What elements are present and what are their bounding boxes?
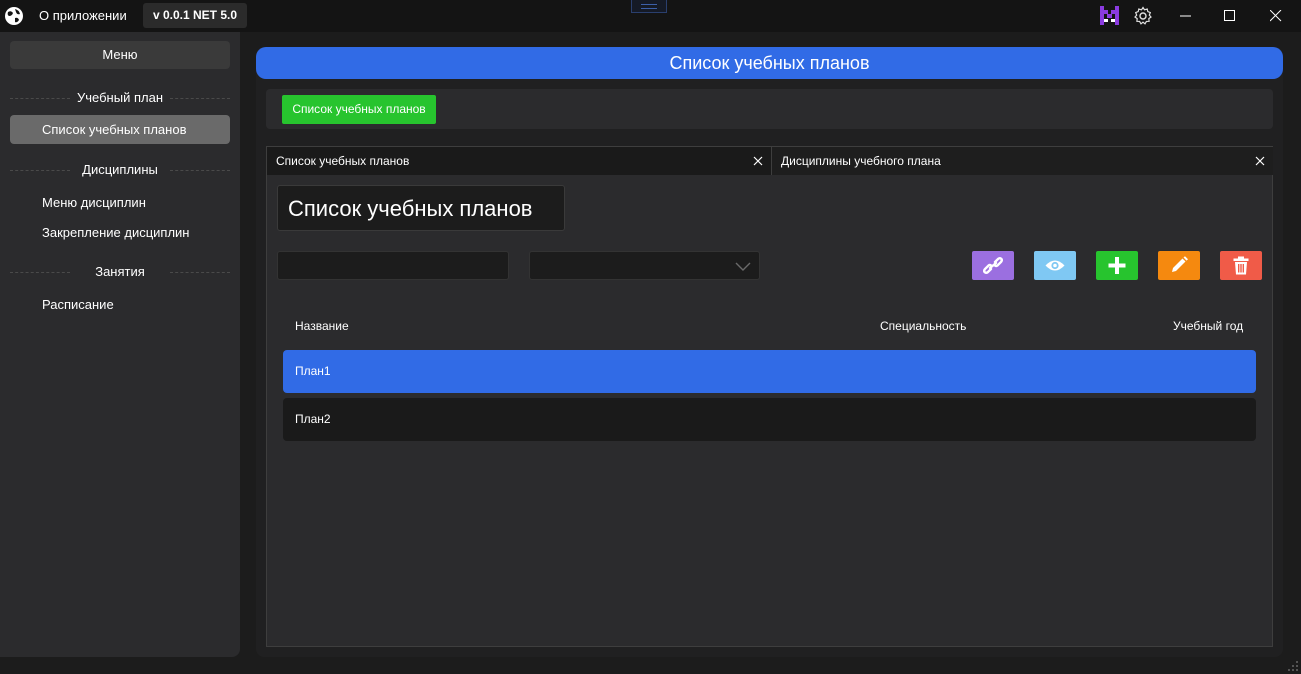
close-tab-icon[interactable]	[753, 156, 763, 166]
sidebar-item-disciplines-menu[interactable]: Меню дисциплин	[10, 188, 230, 217]
link-icon	[983, 257, 1003, 274]
filter-select[interactable]	[529, 251, 760, 280]
section-title: Учебный план	[77, 90, 163, 105]
page-title: Список учебных планов	[277, 185, 565, 231]
page-header: Список учебных планов	[256, 47, 1283, 79]
cell-name: План2	[295, 412, 331, 426]
tab-curriculum-list[interactable]: Список учебных планов	[267, 147, 771, 175]
curriculum-list-button[interactable]: Список учебных планов	[282, 95, 436, 124]
column-header-specialty[interactable]: Специальность	[880, 319, 966, 333]
tab-label: Список учебных планов	[276, 154, 410, 168]
section-title: Занятия	[95, 264, 145, 279]
sidebar-item-disciplines-assignment[interactable]: Закрепление дисциплин	[10, 218, 230, 247]
plus-icon	[1108, 257, 1126, 274]
chevron-down-icon	[735, 262, 751, 271]
pencil-icon	[1172, 256, 1188, 272]
about-menu-item[interactable]: О приложении	[39, 8, 127, 23]
close-tab-icon[interactable]	[1255, 156, 1265, 166]
globe-icon[interactable]	[4, 6, 24, 26]
edit-button[interactable]	[1158, 251, 1200, 280]
cell-name: План1	[295, 364, 331, 378]
drag-handle[interactable]	[631, 0, 667, 13]
close-icon	[1270, 10, 1282, 22]
table-row[interactable]: План1	[283, 350, 1256, 393]
delete-button[interactable]	[1220, 251, 1262, 280]
section-curriculum: Учебный план	[10, 90, 230, 106]
table-row[interactable]: План2	[283, 398, 1256, 441]
maximize-icon	[1224, 10, 1235, 21]
main-panel: Список учебных планов Список учебных пла…	[256, 47, 1283, 657]
menu-button[interactable]: Меню	[10, 41, 230, 69]
title-bar: О приложении v 0.0.1 NET 5.0	[0, 0, 1301, 32]
section-disciplines: Дисциплины	[10, 162, 230, 178]
link-button[interactable]	[972, 251, 1014, 280]
tab-label: Дисциплины учебного плана	[781, 154, 941, 168]
close-button[interactable]	[1253, 0, 1299, 32]
tab-container: Список учебных планов Дисциплины учебног…	[266, 146, 1273, 647]
minimize-icon	[1180, 15, 1191, 17]
column-header-year[interactable]: Учебный год	[1173, 319, 1243, 333]
gear-icon[interactable]	[1133, 6, 1153, 26]
view-button[interactable]	[1034, 251, 1076, 280]
app-logo-icon	[1100, 6, 1119, 25]
resize-grip-icon[interactable]	[1287, 660, 1299, 672]
sidebar: Меню Учебный план Список учебных планов …	[0, 32, 240, 657]
column-header-name[interactable]: Название	[295, 319, 349, 333]
tab-curriculum-disciplines[interactable]: Дисциплины учебного плана	[771, 147, 1273, 175]
eye-icon	[1045, 260, 1065, 271]
version-badge: v 0.0.1 NET 5.0	[143, 3, 247, 28]
trash-icon	[1233, 256, 1249, 275]
add-button[interactable]	[1096, 251, 1138, 280]
sidebar-item-schedule[interactable]: Расписание	[10, 290, 230, 319]
search-input[interactable]	[277, 251, 509, 280]
toolbar: Список учебных планов	[266, 89, 1273, 129]
sidebar-item-curriculum-list[interactable]: Список учебных планов	[10, 115, 230, 144]
maximize-button[interactable]	[1207, 0, 1253, 32]
minimize-button[interactable]	[1163, 0, 1209, 32]
section-classes: Занятия	[10, 264, 230, 280]
section-title: Дисциплины	[82, 162, 158, 177]
